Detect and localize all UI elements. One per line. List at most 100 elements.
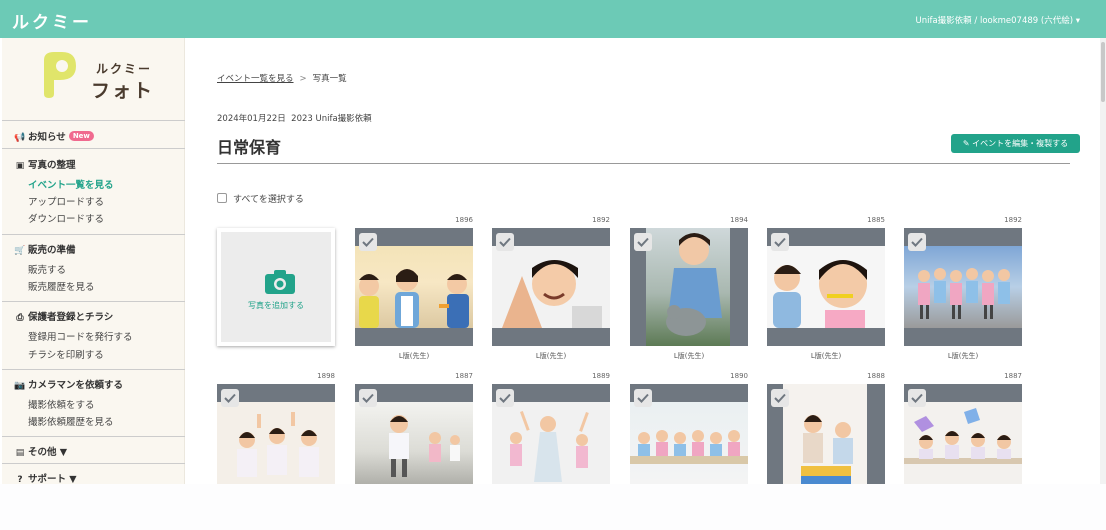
photo-caption: L版(先生) xyxy=(947,352,979,360)
sidebar: ルクミー フォト 📢 お知らせ New ▣ 写真の整理 イベント一覧を見る アップロー… xyxy=(2,38,185,485)
sidebar-item-download[interactable]: ダウンロードする xyxy=(28,211,104,225)
add-photo-label: 写真を追加する xyxy=(248,301,304,310)
sidebar-heading-photos: ▣ 写真の整理 xyxy=(15,160,76,171)
photo-tile[interactable]: 1890 xyxy=(630,372,748,484)
user-menu[interactable]: Unifa撮影依頼 / lookme07489 (六代絵) ▾ xyxy=(916,14,1080,26)
sidebar-heading-camera: 📷 カメラマンを依頼する xyxy=(14,380,124,391)
cart-icon: 🛒 xyxy=(14,246,26,256)
sidebar-item-sales-history[interactable]: 販売履歴を見る xyxy=(28,279,95,293)
sidebar-section-guardians: ⎙ 保護者登録とチラシ 登録用コードを発行する チラシを印刷する xyxy=(2,302,185,370)
event-date: 2024年01月22日 xyxy=(217,114,286,124)
sidebar-item-other[interactable]: ▤ その他 ▼ xyxy=(14,444,67,458)
camera-icon: 📷 xyxy=(14,381,26,391)
photo-tile[interactable]: 1892 L版(先生) xyxy=(492,216,610,360)
sidebar-item-print-flyer[interactable]: チラシを印刷する xyxy=(28,347,104,361)
photo-tile[interactable]: 1887 xyxy=(355,372,473,484)
photo-tile[interactable]: 1892 L版(先生) xyxy=(904,216,1022,360)
photo-image xyxy=(646,228,730,346)
select-checkbox[interactable] xyxy=(221,389,239,407)
camera-icon xyxy=(265,270,295,294)
sidebar-item-sell[interactable]: 販売する xyxy=(28,262,66,276)
photo-caption: L版(先生) xyxy=(810,352,842,360)
page-bottom-blank xyxy=(0,484,1106,530)
photo-number: 1892 xyxy=(1004,216,1022,224)
breadcrumb: イベント一覧を見る > 写真一覧 xyxy=(217,72,347,84)
megaphone-icon: 📢 xyxy=(14,133,26,143)
printer-icon: ⎙ xyxy=(16,313,24,323)
select-checkbox[interactable] xyxy=(496,389,514,407)
photo-image xyxy=(630,402,748,484)
photo-number: 1889 xyxy=(592,372,610,380)
photo-caption: L版(先生) xyxy=(398,352,430,360)
sidebar-item-support[interactable]: ? サポート ▼ xyxy=(14,471,76,485)
photo-image xyxy=(783,384,867,484)
sidebar-section-notice: 📢 お知らせ New xyxy=(2,121,185,149)
brand-line1: ルクミー xyxy=(96,62,153,76)
sidebar-section-support: ? サポート ▼ xyxy=(2,464,185,485)
photo-number: 1888 xyxy=(867,372,885,380)
scrollbar-thumb[interactable] xyxy=(1101,42,1105,102)
breadcrumb-separator: > xyxy=(299,74,307,84)
select-all[interactable]: すべてを選択する xyxy=(217,192,304,205)
photo-tile[interactable]: 1894 L版(先生) xyxy=(630,216,748,360)
sidebar-section-other: ▤ その他 ▼ xyxy=(2,437,185,464)
photo-number: 1885 xyxy=(867,216,885,224)
brand-line2: フォト xyxy=(91,80,155,102)
sidebar-item-issue-code[interactable]: 登録用コードを発行する xyxy=(28,329,133,343)
select-checkbox[interactable] xyxy=(634,233,652,251)
photo-tile[interactable]: 1898 xyxy=(217,372,335,484)
edit-event-button[interactable]: ✎ イベントを編集・複製する xyxy=(951,134,1080,153)
sidebar-section-sales: 🛒 販売の準備 販売する 販売履歴を見る xyxy=(2,235,185,302)
select-checkbox[interactable] xyxy=(771,233,789,251)
sidebar-item-notice[interactable]: 📢 お知らせ New xyxy=(14,129,94,143)
brand-logo[interactable]: ルクミー フォト xyxy=(2,38,185,121)
select-all-checkbox[interactable] xyxy=(217,193,227,203)
page-title: 日常保育 xyxy=(217,138,282,157)
photo-image xyxy=(904,246,1022,328)
sidebar-item-upload[interactable]: アップロードする xyxy=(28,194,104,208)
sidebar-heading-guardians: ⎙ 保護者登録とチラシ xyxy=(14,309,113,323)
photo-number: 1890 xyxy=(730,372,748,380)
photo-tile[interactable]: 1887 xyxy=(904,372,1022,484)
select-checkbox[interactable] xyxy=(359,233,377,251)
photo-image xyxy=(904,402,1022,484)
event-source: 2023 Unifa撮影依頼 xyxy=(291,114,372,124)
select-checkbox[interactable] xyxy=(634,389,652,407)
photo-tile[interactable]: 1888 xyxy=(767,372,885,484)
photo-number: 1898 xyxy=(317,372,335,380)
photo-image xyxy=(492,402,610,484)
sidebar-heading-sales: 🛒 販売の準備 xyxy=(14,245,76,256)
top-bar: ルクミー Unifa撮影依頼 / lookme07489 (六代絵) ▾ xyxy=(0,0,1106,38)
photo-caption: L版(先生) xyxy=(535,352,567,360)
list-icon: ▤ xyxy=(15,448,25,458)
select-checkbox[interactable] xyxy=(771,389,789,407)
photo-tile[interactable]: 1889 xyxy=(492,372,610,484)
sidebar-section-camera: 📷 カメラマンを依頼する 撮影依頼をする 撮影依頼履歴を見る xyxy=(2,370,185,437)
photo-image xyxy=(767,246,885,328)
sidebar-section-photos: ▣ 写真の整理 イベント一覧を見る アップロードする ダウンロードする xyxy=(2,149,185,235)
scrollbar[interactable] xyxy=(1100,38,1106,484)
select-all-label: すべてを選択する xyxy=(233,195,304,205)
photo-number: 1887 xyxy=(1004,372,1022,380)
event-info: 2024年01月22日 2023 Unifa撮影依頼 xyxy=(217,112,372,124)
select-checkbox[interactable] xyxy=(359,389,377,407)
photo-number: 1896 xyxy=(455,216,473,224)
sidebar-item-event-list[interactable]: イベント一覧を見る xyxy=(28,177,114,191)
photo-image xyxy=(355,402,473,484)
divider xyxy=(217,163,1070,164)
sidebar-item-request-shoot[interactable]: 撮影依頼をする xyxy=(28,397,95,411)
select-checkbox[interactable] xyxy=(496,233,514,251)
app-logo[interactable]: ルクミー xyxy=(12,8,92,33)
photo-number: 1887 xyxy=(455,372,473,380)
photo-tile[interactable]: 1896 L版(先生) xyxy=(355,216,473,360)
select-checkbox[interactable] xyxy=(908,389,926,407)
breadcrumb-event-list-link[interactable]: イベント一覧を見る xyxy=(217,74,294,84)
photo-number: 1892 xyxy=(592,216,610,224)
photo-image xyxy=(492,246,610,328)
photo-tile[interactable]: 1885 L版(先生) xyxy=(767,216,885,360)
select-checkbox[interactable] xyxy=(908,233,926,251)
sidebar-item-request-history[interactable]: 撮影依頼履歴を見る xyxy=(28,414,114,428)
photo-caption: L版(先生) xyxy=(673,352,705,360)
add-photo-button[interactable]: 写真を追加する xyxy=(217,228,335,346)
brand-p-icon xyxy=(44,52,76,98)
